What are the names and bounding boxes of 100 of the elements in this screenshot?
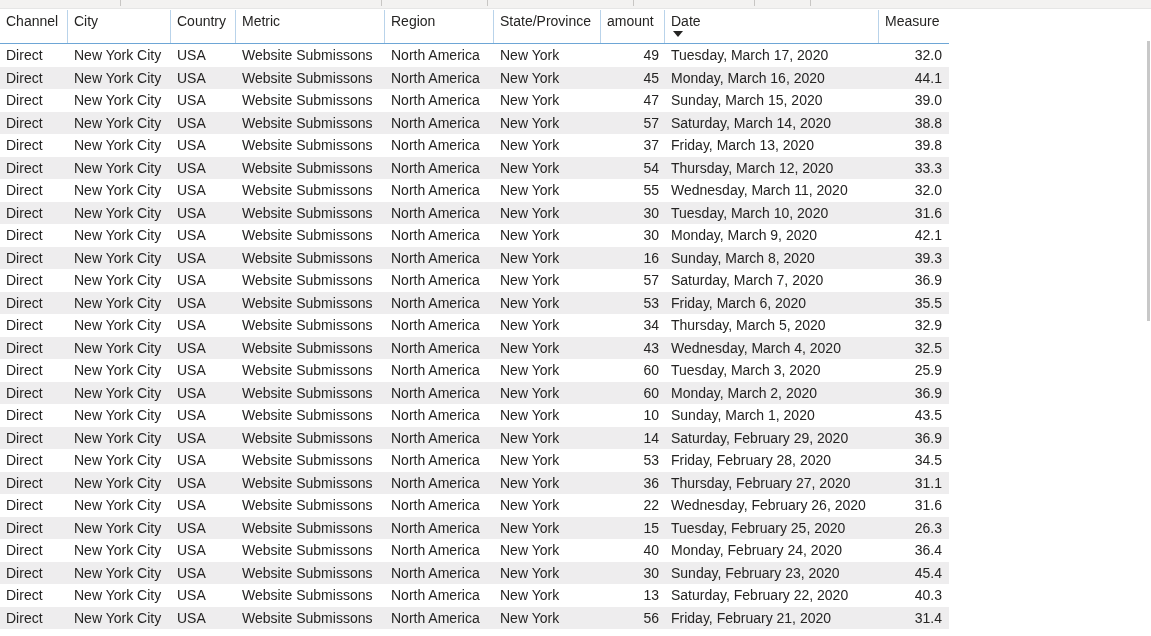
table-cell-text: 40.3 bbox=[913, 586, 943, 605]
table-cell-text: Sunday, March 1, 2020 bbox=[670, 406, 816, 425]
table-cell-text: Website Submissons bbox=[241, 158, 374, 178]
table-cell-text: 31.6 bbox=[913, 203, 943, 223]
column-header[interactable]: Measure bbox=[879, 10, 948, 43]
table-cell-text: USA bbox=[176, 451, 207, 470]
table-cell-text: Direct bbox=[5, 46, 44, 65]
table-cell-text: Friday, February 28, 2020 bbox=[670, 451, 833, 470]
table-cell-text: North America bbox=[390, 68, 481, 88]
table-cell-text: 31.1 bbox=[913, 473, 943, 493]
table-cell-text: USA bbox=[176, 383, 207, 403]
table-cell-text: Friday, March 13, 2020 bbox=[670, 136, 815, 155]
table-cell-text: New York bbox=[499, 496, 561, 515]
column-header[interactable]: City bbox=[68, 10, 171, 43]
table-cell-text: New York bbox=[499, 541, 561, 560]
table-cell-text: Website Submissons bbox=[241, 451, 374, 470]
table-cell-text: North America bbox=[390, 541, 481, 560]
table-cell-text: New York City bbox=[73, 181, 163, 200]
table-cell-text: Website Submissons bbox=[241, 383, 374, 403]
table-cell-text: Website Submissons bbox=[241, 473, 374, 493]
table-cell-text: Website Submissons bbox=[241, 608, 374, 628]
table-cell-text: New York City bbox=[73, 46, 163, 65]
table-cell-text: North America bbox=[390, 608, 481, 628]
table-cell-text: 33.3 bbox=[913, 158, 943, 178]
table-cell-text: USA bbox=[176, 338, 207, 358]
table-cell-text: USA bbox=[176, 518, 207, 538]
table-cell-text: USA bbox=[176, 158, 207, 178]
table-cell-text: New York bbox=[499, 158, 561, 178]
table-cell-text: North America bbox=[390, 46, 481, 65]
table-cell-text: Direct bbox=[5, 158, 44, 178]
scrollbar[interactable] bbox=[1147, 41, 1150, 321]
table-cell-text: North America bbox=[390, 338, 481, 358]
table-cell-text: Website Submissons bbox=[241, 46, 374, 65]
table-cell-text: USA bbox=[176, 136, 207, 155]
table-cell-text: New York City bbox=[73, 383, 163, 403]
table-cell-text: USA bbox=[176, 496, 207, 515]
table-cell-text: Website Submissons bbox=[241, 518, 374, 538]
table-cell-text: North America bbox=[390, 181, 481, 200]
table-cell-text: 36.4 bbox=[913, 541, 943, 560]
table-cell-text: Monday, February 24, 2020 bbox=[670, 541, 843, 560]
table-cell-text: USA bbox=[176, 563, 207, 583]
table-cell-text: New York City bbox=[73, 316, 163, 335]
table-cell-text: USA bbox=[176, 113, 207, 133]
table-cell-text: USA bbox=[176, 271, 207, 290]
table-cell-text: Thursday, March 12, 2020 bbox=[670, 158, 835, 178]
table-cell-text: Sunday, March 8, 2020 bbox=[670, 248, 816, 268]
column-header[interactable]: Country bbox=[171, 10, 236, 43]
table-cell-text: Website Submissons bbox=[241, 293, 374, 313]
table-cell-text: Website Submissons bbox=[241, 406, 374, 425]
table-cell-text: 22 bbox=[642, 496, 660, 515]
table-cell-text: Website Submissons bbox=[241, 248, 374, 268]
table-cell-text: North America bbox=[390, 158, 481, 178]
table-cell-text: 15 bbox=[642, 518, 660, 538]
table-cell-text: Direct bbox=[5, 451, 44, 470]
table-cell-text: 60 bbox=[642, 383, 660, 403]
table-cell-text: Direct bbox=[5, 181, 44, 200]
table-cell-text: New York bbox=[499, 68, 561, 88]
table-cell-text: New York City bbox=[73, 608, 163, 628]
table-cell-text: 53 bbox=[642, 293, 660, 313]
table-cell-text: New York City bbox=[73, 406, 163, 425]
table-cell-text: Monday, March 9, 2020 bbox=[670, 226, 819, 245]
table-cell-text: 26.3 bbox=[913, 518, 943, 538]
column-header[interactable]: State/Province bbox=[494, 10, 601, 43]
table-cell-text: 39.3 bbox=[913, 248, 943, 268]
table-cell-text: New York bbox=[499, 518, 561, 538]
table-cell-text: Website Submissons bbox=[241, 91, 374, 110]
table-cell-text: New York bbox=[499, 226, 561, 245]
table-cell-text: New York bbox=[499, 338, 561, 358]
table-cell-text: 34.5 bbox=[913, 451, 943, 470]
table-cell-text: New York City bbox=[73, 428, 163, 448]
column-header[interactable]: Region bbox=[385, 10, 494, 43]
table-cell-text: North America bbox=[390, 586, 481, 605]
column-header[interactable]: Metric bbox=[236, 10, 385, 43]
table-cell-text: New York bbox=[499, 451, 561, 470]
table-cell-text: New York bbox=[499, 608, 561, 628]
table-cell-text: Direct bbox=[5, 541, 44, 560]
table-cell-text: 49 bbox=[642, 46, 660, 65]
table-cell-text: New York bbox=[499, 113, 561, 133]
table-cell-text: Website Submissons bbox=[241, 113, 374, 133]
table-cell-text: Tuesday, February 25, 2020 bbox=[670, 518, 847, 538]
column-header[interactable]: amount bbox=[601, 10, 665, 43]
table-cell-text: USA bbox=[176, 361, 207, 380]
table-cell-text: New York City bbox=[73, 158, 163, 178]
table-cell-text: Direct bbox=[5, 518, 44, 538]
table-cell-text: New York City bbox=[73, 226, 163, 245]
column-header[interactable]: Date bbox=[665, 10, 879, 43]
table-cell-text: Direct bbox=[5, 271, 44, 290]
table-cell-text: 32.0 bbox=[913, 46, 943, 65]
table-cell-text: New York bbox=[499, 271, 561, 290]
table-cell-text: New York bbox=[499, 136, 561, 155]
table-cell-text: Direct bbox=[5, 203, 44, 223]
table-cell-text: 34 bbox=[642, 316, 660, 335]
table-cell-text: Direct bbox=[5, 338, 44, 358]
table-cell-text: USA bbox=[176, 68, 207, 88]
table-cell-text: New York bbox=[499, 248, 561, 268]
table-cell-text: 35.5 bbox=[913, 293, 943, 313]
table-cell-text: Website Submissons bbox=[241, 316, 374, 335]
table-cell-text: North America bbox=[390, 518, 481, 538]
column-header[interactable]: Channel bbox=[0, 10, 68, 43]
table-cell-text: North America bbox=[390, 316, 481, 335]
